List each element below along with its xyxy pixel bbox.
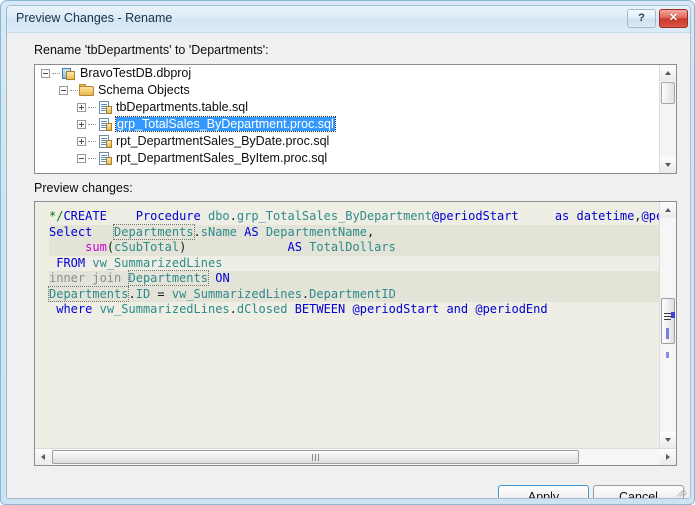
- tree-item-0[interactable]: BravoTestDB.dbproj: [35, 65, 659, 82]
- tree-connector: [70, 89, 78, 92]
- project-icon: [61, 67, 77, 81]
- window-title: Preview Changes - Rename: [16, 11, 173, 25]
- code-horizontal-scrollbar[interactable]: [35, 448, 676, 465]
- dialog-body: Rename 'tbDepartments' to 'Departments':…: [7, 33, 690, 498]
- dialog-inner: Preview Changes - Rename ? ✕ Rename 'tbD…: [6, 5, 691, 499]
- code-line: Departments.ID = vw_SummarizedLines.Depa…: [47, 285, 660, 302]
- code-scroll-up-arrow-icon[interactable]: [660, 202, 676, 218]
- tree-item-5[interactable]: rpt_DepartmentSales_ByItem.proc.sql: [35, 150, 659, 167]
- code-scroll-right-arrow-icon[interactable]: [660, 449, 676, 465]
- code-line: sum(cSubTotal) AS TotalDollars: [49, 240, 660, 256]
- help-button[interactable]: ?: [627, 9, 656, 28]
- sql-file-icon: [97, 100, 113, 115]
- collapse-icon[interactable]: [59, 86, 68, 96]
- tree-connector: [88, 140, 96, 143]
- code-line: */: [49, 209, 64, 223]
- code-preview-panel[interactable]: */CREATE Procedure dbo.grp_TotalSales_By…: [34, 201, 677, 466]
- close-button[interactable]: ✕: [659, 9, 688, 28]
- tree-item-label: grp_TotalSales_ByDepartment.proc.sql: [115, 116, 336, 132]
- tree-scroll-up-arrow-icon[interactable]: [660, 65, 676, 81]
- tree-item-3[interactable]: grp_TotalSales_ByDepartment.proc.sql: [35, 116, 659, 133]
- tree-item-label: BravoTestDB.dbproj: [80, 66, 192, 80]
- code-hscrollbar-thumb[interactable]: [52, 450, 579, 464]
- tree-connector: [88, 157, 96, 160]
- tree-item-2[interactable]: tbDepartments.table.sql: [35, 99, 659, 116]
- tree-connector: [52, 72, 60, 75]
- apply-button[interactable]: Apply: [498, 485, 589, 498]
- code-line: @periodEnd as datetime: [641, 209, 660, 223]
- object-tree-list[interactable]: BravoTestDB.dbproj Schema Objects tbDepart…: [35, 65, 659, 173]
- tree-vertical-scrollbar[interactable]: [659, 65, 676, 173]
- cancel-button[interactable]: Cancel: [593, 485, 684, 498]
- tree-item-1[interactable]: Schema Objects: [35, 82, 659, 99]
- code-line: inner join Departments ON: [49, 270, 660, 287]
- folder-icon: [79, 83, 95, 98]
- code-viewport[interactable]: */CREATE Procedure dbo.grp_TotalSales_By…: [35, 202, 660, 448]
- object-tree-panel[interactable]: BravoTestDB.dbproj Schema Objects tbDepart…: [34, 64, 677, 174]
- code-line: CREATE Procedure dbo.grp_TotalSales_ByDe…: [63, 209, 432, 223]
- expand-icon[interactable]: [77, 103, 86, 113]
- dialog-window: Preview Changes - Rename ? ✕ Rename 'tbD…: [0, 0, 695, 505]
- sql-file-icon: [97, 134, 113, 149]
- collapse-icon[interactable]: [77, 154, 86, 164]
- expand-icon[interactable]: [77, 137, 86, 147]
- tree-scroll-down-arrow-icon[interactable]: [660, 157, 676, 173]
- tree-scrollbar-thumb[interactable]: [661, 82, 675, 104]
- preview-changes-label: Preview changes:: [34, 181, 133, 195]
- sql-file-icon: [97, 117, 113, 132]
- tree-connector: [88, 106, 96, 109]
- tree-item-label: tbDepartments.table.sql: [116, 100, 249, 114]
- code-scroll-down-arrow-icon[interactable]: [660, 432, 676, 448]
- code-line: @periodStart as datetime,: [431, 209, 642, 223]
- collapse-icon[interactable]: [41, 69, 50, 79]
- expand-icon[interactable]: [77, 120, 86, 130]
- resize-grip[interactable]: [676, 486, 689, 498]
- code-change-marker: [666, 352, 669, 358]
- tree-item-4[interactable]: rpt_DepartmentSales_ByDate.proc.sql: [35, 133, 659, 150]
- code-text: */CREATE Procedure dbo.grp_TotalSales_By…: [47, 209, 660, 318]
- sql-file-icon: [97, 151, 113, 166]
- code-line: where vw_SummarizedLines.dClosed BETWEEN…: [56, 302, 548, 316]
- tree-item-label: rpt_DepartmentSales_ByDate.proc.sql: [116, 134, 330, 148]
- tree-item-label: Schema Objects: [98, 83, 190, 97]
- title-bar[interactable]: Preview Changes - Rename ? ✕: [7, 6, 690, 33]
- tree-item-label: rpt_DepartmentSales_ByItem.proc.sql: [116, 151, 328, 165]
- code-line: Select Departments.sName AS DepartmentNa…: [49, 223, 660, 240]
- code-scroll-left-arrow-icon[interactable]: [35, 449, 51, 465]
- rename-prompt-label: Rename 'tbDepartments' to 'Departments':: [34, 43, 269, 57]
- code-line: FROM vw_SummarizedLines: [56, 255, 223, 270]
- tree-connector: [88, 123, 96, 126]
- code-vertical-scrollbar[interactable]: [659, 202, 676, 448]
- code-scrollbar-thumb[interactable]: [661, 298, 675, 344]
